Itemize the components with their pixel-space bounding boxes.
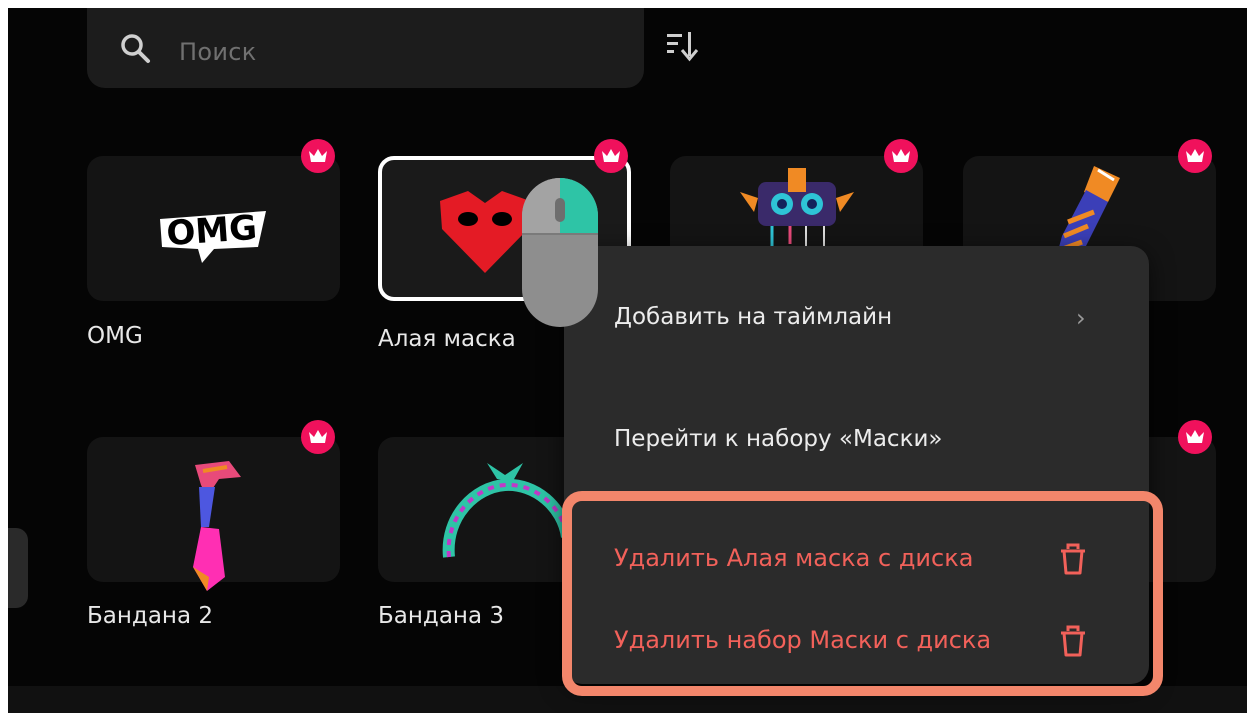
menu-item-label: Удалить Алая маска с диска [614,544,974,572]
trash-icon[interactable] [1058,542,1088,576]
bandana-tie-icon [192,460,241,591]
menu-item-label: Перейти к набору «Маски» [614,426,943,452]
premium-crown-icon [301,420,335,454]
tile-caption: Бандана 2 [87,603,213,629]
premium-crown-icon [884,139,918,173]
omg-sticker-icon: OMG [159,207,266,263]
menu-item-add-to-timeline[interactable]: Добавить на таймлайн › [614,304,1086,332]
search-placeholder: Поиск [179,38,257,66]
menu-item-label: Удалить набор Маски с диска [614,626,992,654]
sticker-tile-bandana-2[interactable] [87,437,340,591]
menu-item-delete-set[interactable]: Удалить набор Маски с диска [614,626,991,654]
delete-actions-highlight [562,491,1163,696]
premium-crown-icon [1178,420,1212,454]
headband-icon [442,463,573,558]
search-input[interactable]: Поиск [87,8,644,88]
sort-icon[interactable] [665,26,705,66]
tile-caption: Алая маска [378,326,516,352]
premium-crown-icon [301,139,335,173]
search-icon [121,34,150,63]
menu-item-delete-item[interactable]: Удалить Алая маска с диска [614,544,973,572]
right-click-mouse-icon [522,178,598,327]
chevron-right-icon: › [1076,304,1086,332]
sticker-tile-omg[interactable]: OMG [87,156,340,301]
trash-icon[interactable] [1058,624,1088,658]
svg-text:OMG: OMG [165,207,258,253]
menu-item-label: Добавить на таймлайн [614,304,893,330]
tile-caption: OMG [87,323,143,349]
menu-item-go-to-set[interactable]: Перейти к набору «Маски» [614,426,942,452]
tile-caption: Бандана 3 [378,603,504,629]
panel-resize-handle[interactable] [8,528,28,608]
premium-crown-icon [594,139,628,173]
premium-crown-icon [1178,139,1212,173]
